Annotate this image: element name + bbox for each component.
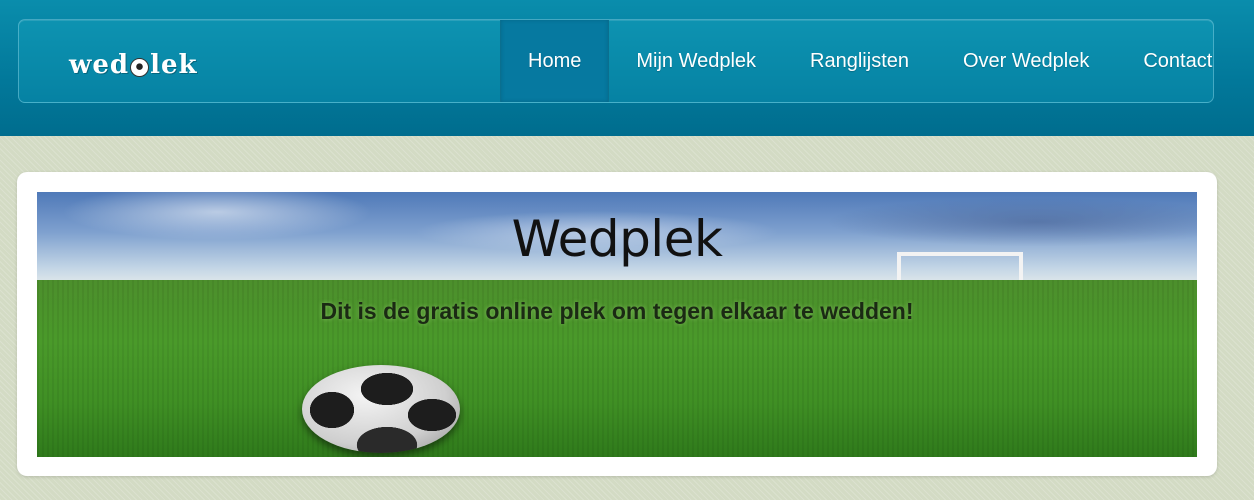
hero-subtitle: Dit is de gratis online plek om tegen el…: [320, 298, 914, 324]
navbar: wed lek Home Mijn Wedplek Ranglijsten Ove…: [18, 19, 1214, 103]
site-logo[interactable]: wed lek: [69, 50, 198, 80]
soccer-ball-icon: [130, 57, 150, 77]
nav-item-contact[interactable]: Contact: [1116, 20, 1239, 102]
hero-card: Wedplek Dit is de gratis online plek om …: [17, 172, 1217, 476]
site-header: wed lek Home Mijn Wedplek Ranglijsten Ove…: [0, 0, 1254, 136]
hero-title: Wedplek: [511, 210, 723, 268]
logo-text-end: lek: [150, 50, 198, 80]
nav-item-mijn-wedplek[interactable]: Mijn Wedplek: [609, 20, 783, 102]
main-nav: Home Mijn Wedplek Ranglijsten Over Wedpl…: [500, 20, 1239, 102]
logo-text-start: wed: [69, 50, 130, 80]
nav-item-over-wedplek[interactable]: Over Wedplek: [936, 20, 1116, 102]
soccer-ball-image: [302, 365, 460, 453]
nav-item-home[interactable]: Home: [500, 20, 610, 102]
nav-item-ranglijsten[interactable]: Ranglijsten: [783, 20, 936, 102]
hero-banner: Wedplek Dit is de gratis online plek om …: [37, 192, 1197, 457]
